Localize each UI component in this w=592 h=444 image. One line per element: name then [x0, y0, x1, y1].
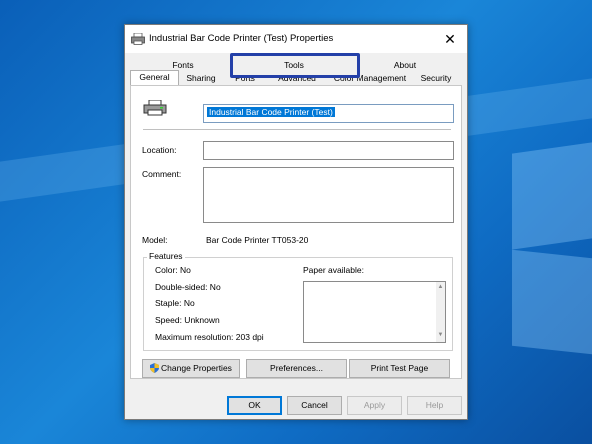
printer-properties-dialog: Industrial Bar Code Printer (Test) Prope…: [124, 24, 468, 420]
ok-button[interactable]: OK: [227, 396, 282, 415]
printer-name-field[interactable]: Industrial Bar Code Printer (Test): [203, 104, 454, 123]
uac-shield-icon: [150, 363, 160, 373]
location-label: Location:: [142, 145, 177, 155]
desktop-logo-pane-bottom: [512, 249, 592, 355]
features-title: Features: [147, 251, 185, 261]
separator: [143, 129, 451, 130]
tab-sharing[interactable]: Sharing: [179, 72, 223, 85]
desktop-logo-pane-top: [512, 142, 592, 250]
cancel-button[interactable]: Cancel: [287, 396, 342, 415]
feature-speed: Speed: Unknown: [155, 315, 220, 325]
tab-security[interactable]: Security: [413, 72, 459, 85]
location-field[interactable]: [203, 141, 454, 160]
printer-icon: [143, 100, 167, 116]
printer-icon: [131, 33, 145, 45]
feature-max-resolution: Maximum resolution: 203 dpi: [155, 332, 264, 342]
comment-field[interactable]: [203, 167, 454, 223]
feature-staple: Staple: No: [155, 298, 195, 308]
feature-color: Color: No: [155, 265, 191, 275]
change-properties-button[interactable]: Change Properties: [142, 359, 240, 378]
paper-available-list[interactable]: ▲ ▼: [303, 281, 446, 343]
feature-double-sided: Double-sided: No: [155, 282, 221, 292]
model-label: Model:: [142, 235, 168, 245]
tab-about[interactable]: About: [355, 59, 455, 72]
tab-general[interactable]: General: [130, 70, 179, 86]
comment-label: Comment:: [142, 169, 182, 179]
title-bar: Industrial Bar Code Printer (Test) Prope…: [125, 25, 467, 53]
paper-list-scrollbar[interactable]: ▲ ▼: [436, 282, 445, 342]
general-tab-panel: Industrial Bar Code Printer (Test) Locat…: [130, 85, 462, 379]
print-test-page-button[interactable]: Print Test Page: [349, 359, 450, 378]
scroll-down-icon[interactable]: ▼: [437, 332, 444, 339]
help-button[interactable]: Help: [407, 396, 462, 415]
model-value: Bar Code Printer TT053-20: [206, 235, 309, 245]
scroll-up-icon[interactable]: ▲: [437, 284, 444, 291]
printer-name-text: Industrial Bar Code Printer (Test): [207, 107, 335, 117]
close-button[interactable]: ✕: [433, 25, 467, 53]
apply-button[interactable]: Apply: [347, 396, 402, 415]
preferences-button[interactable]: Preferences...: [246, 359, 347, 378]
paper-available-label: Paper available:: [303, 265, 364, 275]
dialog-title: Industrial Bar Code Printer (Test) Prope…: [149, 33, 334, 44]
tools-tab-highlight: [230, 53, 360, 78]
change-properties-label: Change Properties: [161, 363, 232, 373]
